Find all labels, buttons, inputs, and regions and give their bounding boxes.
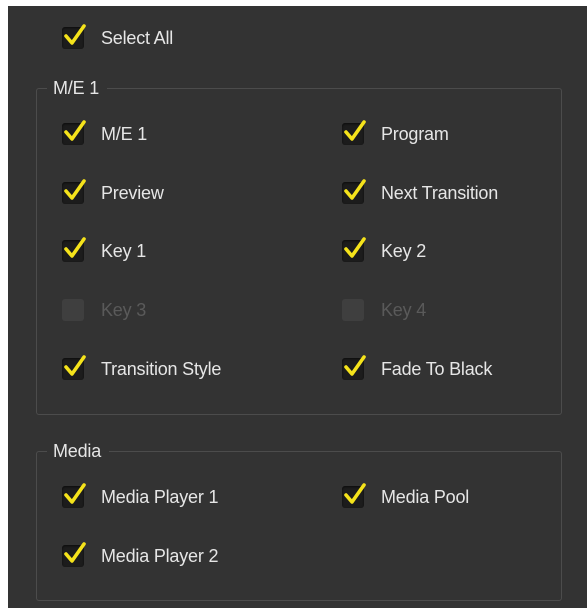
checkbox-box[interactable] [342,237,366,262]
checkbox-label: Fade To Black [381,358,493,379]
settings-panel: Select All M/E 1 M/E 1 Program Preview N… [8,6,587,608]
media-group-title: Media [47,440,110,462]
checkbox-key3[interactable]: Key 3 [62,297,146,323]
checkbox-preview[interactable]: Preview [62,179,164,206]
checkmark-icon [64,120,86,141]
checkmark-icon [344,120,366,141]
checkbox-box[interactable] [62,355,86,380]
checkbox-transition-style[interactable]: Transition Style [62,355,222,382]
checkbox-label: Preview [101,182,164,203]
checkbox-me1[interactable]: M/E 1 [62,120,148,147]
checkbox-box[interactable] [342,483,366,508]
checkbox-label: Media Pool [381,486,470,507]
me1-group-title: M/E 1 [47,77,108,99]
checkbox-media-pool[interactable]: Media Pool [342,483,470,510]
checkbox-label: M/E 1 [101,123,148,144]
checkmark-icon [64,355,86,376]
checkmark-icon [344,237,366,258]
checkbox-box[interactable] [342,179,366,204]
checkbox-media-player-1[interactable]: Media Player 1 [62,483,219,510]
checkbox-box[interactable] [62,24,86,49]
checkbox-label: Select All [101,27,174,48]
checkmark-icon [64,237,86,258]
checkbox-label: Next Transition [381,182,499,203]
checkbox-box[interactable] [62,120,86,145]
checkbox-box[interactable] [62,179,86,204]
checkbox-box[interactable] [342,120,366,145]
checkmark-icon [64,179,86,200]
checkbox-program[interactable]: Program [342,120,449,147]
checkmark-icon [344,179,366,200]
checkbox-key2[interactable]: Key 2 [342,237,427,264]
checkbox-next-transition[interactable]: Next Transition [342,179,499,206]
checkbox-label: Media Player 2 [101,545,219,566]
checkbox-fade-to-black[interactable]: Fade To Black [342,355,493,382]
checkbox-key1[interactable]: Key 1 [62,237,147,264]
checkbox-box[interactable] [62,299,84,321]
checkbox-media-player-2[interactable]: Media Player 2 [62,542,219,569]
checkbox-label: Key 2 [381,240,427,261]
checkmark-icon [64,24,86,45]
checkbox-key4[interactable]: Key 4 [342,297,426,323]
checkmark-icon [64,542,86,563]
checkmark-icon [344,355,366,376]
checkbox-box[interactable] [62,483,86,508]
checkbox-label: Key 4 [381,299,427,320]
checkbox-box[interactable] [342,355,366,380]
checkbox-label: Transition Style [101,358,222,379]
checkbox-box[interactable] [62,237,86,262]
checkbox-label: Media Player 1 [101,486,219,507]
checkmark-icon [344,483,366,504]
select-all-checkbox[interactable]: Select All [62,24,174,51]
checkbox-box[interactable] [342,299,364,321]
checkbox-label: Key 1 [101,240,147,261]
checkbox-label: Key 3 [101,299,147,320]
checkbox-box[interactable] [62,542,86,567]
checkmark-icon [64,483,86,504]
media-group [36,451,562,601]
checkbox-label: Program [381,123,449,144]
